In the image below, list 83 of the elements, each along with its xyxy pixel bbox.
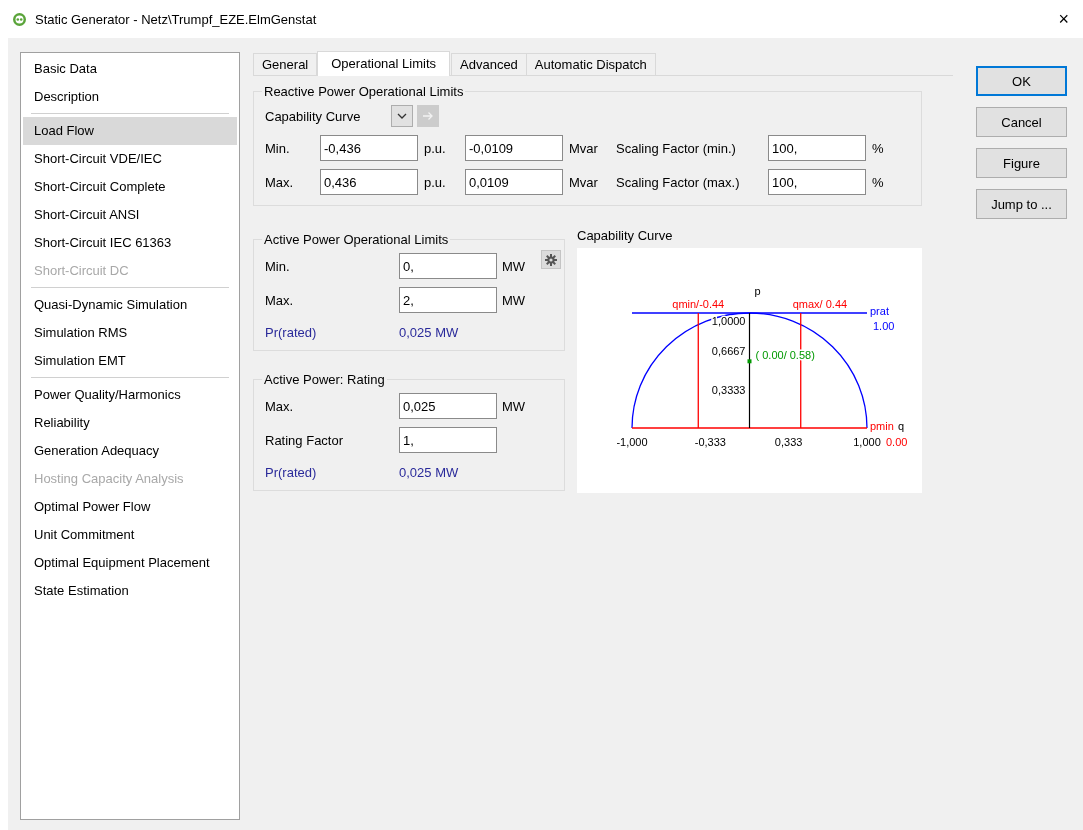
- field-label: Rating Factor: [265, 432, 345, 448]
- input-field[interactable]: -0,436: [320, 135, 418, 161]
- tab[interactable]: General: [253, 53, 318, 75]
- sidebar-item[interactable]: Short-Circuit IEC 61363: [23, 229, 237, 257]
- sidebar-item[interactable]: Optimal Equipment Placement: [23, 549, 237, 577]
- sidebar-item[interactable]: Short-Circuit ANSI: [23, 201, 237, 229]
- field-label: Scaling Factor (min.): [616, 140, 737, 156]
- unit-label: MW: [501, 258, 527, 274]
- sidebar-item[interactable]: Reliability: [23, 409, 237, 437]
- input-field[interactable]: 100,: [768, 135, 866, 161]
- info-text: 0,025 MW: [399, 464, 460, 480]
- input-field[interactable]: 0,0109: [465, 169, 563, 195]
- unit-label: p.u.: [423, 174, 447, 190]
- dialog-button[interactable]: Figure: [976, 148, 1067, 178]
- tick-label: 0,6667: [711, 345, 746, 358]
- tick-label: -0,333: [694, 436, 726, 448]
- unit-label: %: [871, 140, 885, 156]
- settings-button[interactable]: [541, 250, 561, 269]
- info-text: Pr(rated): [265, 464, 318, 480]
- tab[interactable]: Advanced: [451, 53, 527, 75]
- sidebar-item[interactable]: Description: [23, 83, 237, 111]
- field-label: Max.: [265, 174, 295, 190]
- input-field[interactable]: -0,0109: [465, 135, 563, 161]
- tick-label: -1,000: [616, 436, 648, 448]
- unit-label: %: [871, 174, 885, 190]
- unit-label: Mvar: [568, 174, 599, 190]
- input-field[interactable]: 0,: [399, 253, 497, 279]
- chevron-down-icon: [397, 113, 407, 119]
- sidebar-item[interactable]: Unit Commitment: [23, 521, 237, 549]
- limit-label: qmax/ 0.44: [792, 298, 848, 310]
- tick-label: 1,000: [853, 436, 881, 448]
- close-button[interactable]: ×: [1054, 8, 1073, 30]
- sidebar-item[interactable]: Power Quality/Harmonics: [23, 381, 237, 409]
- field-label: Min.: [265, 140, 291, 156]
- input-field[interactable]: 1,: [399, 427, 497, 453]
- axis-label: p: [754, 285, 761, 297]
- limit-label: pmin: [870, 420, 894, 432]
- dropdown-button[interactable]: [391, 105, 413, 127]
- sidebar-item[interactable]: Simulation EMT: [23, 347, 237, 375]
- input-field[interactable]: 100,: [768, 169, 866, 195]
- field-label: Min.: [265, 258, 291, 274]
- sidebar-item[interactable]: State Estimation: [23, 577, 237, 605]
- window-title: Static Generator - Netz\Trumpf_EZE.ElmGenstat: [35, 11, 317, 27]
- app-icon: [12, 11, 27, 27]
- sidebar-item[interactable]: Load Flow: [23, 117, 237, 145]
- field-label: Scaling Factor (max.): [616, 174, 741, 190]
- sidebar-item[interactable]: Quasi-Dynamic Simulation: [23, 291, 237, 319]
- group-title: Active Power: Rating: [263, 372, 386, 387]
- info-text: 0,025 MW: [399, 324, 460, 340]
- unit-label: Mvar: [568, 140, 599, 156]
- sidebar-item[interactable]: Short-Circuit Complete: [23, 173, 237, 201]
- sidebar-item[interactable]: Basic Data: [23, 55, 237, 83]
- input-field[interactable]: 0,025: [399, 393, 497, 419]
- field-label: Max.: [265, 398, 295, 414]
- limit-value: 1.00: [873, 320, 895, 332]
- arrow-right-icon: [422, 111, 434, 121]
- tick-label: 0,3333: [711, 383, 746, 396]
- sidebar-item[interactable]: Optimal Power Flow: [23, 493, 237, 521]
- dialog-button[interactable]: Jump to ...: [976, 189, 1067, 219]
- dialog-button[interactable]: Cancel: [976, 107, 1067, 137]
- sidebar-item[interactable]: Simulation RMS: [23, 319, 237, 347]
- group-title: Reactive Power Operational Limits: [263, 84, 465, 99]
- input-field[interactable]: 0,436: [320, 169, 418, 195]
- unit-label: p.u.: [423, 140, 447, 156]
- unit-label: MW: [501, 398, 527, 414]
- limit-label: qmin/-0.44: [672, 298, 725, 310]
- axis-label: q: [898, 420, 905, 432]
- dialog-button[interactable]: OK: [976, 66, 1067, 96]
- field-label: Capability Curve: [265, 108, 362, 124]
- limit-label: prat: [870, 305, 889, 317]
- tab[interactable]: Automatic Dispatch: [525, 53, 656, 75]
- input-field[interactable]: 2,: [399, 287, 497, 313]
- field-label: Max.: [265, 292, 295, 308]
- chart-title: Capability Curve: [577, 228, 674, 243]
- tick-label: 1,0000: [711, 315, 746, 327]
- sidebar-item[interactable]: Short-Circuit VDE/IEC: [23, 145, 237, 173]
- group-title: Active Power Operational Limits: [263, 232, 450, 247]
- limit-value: 0.00: [886, 436, 908, 448]
- info-text: Pr(rated): [265, 324, 318, 340]
- tab[interactable]: Operational Limits: [317, 51, 451, 76]
- tick-label: 0,333: [774, 436, 803, 448]
- unit-label: MW: [501, 292, 527, 308]
- sidebar-item[interactable]: Generation Adequacy: [23, 437, 237, 465]
